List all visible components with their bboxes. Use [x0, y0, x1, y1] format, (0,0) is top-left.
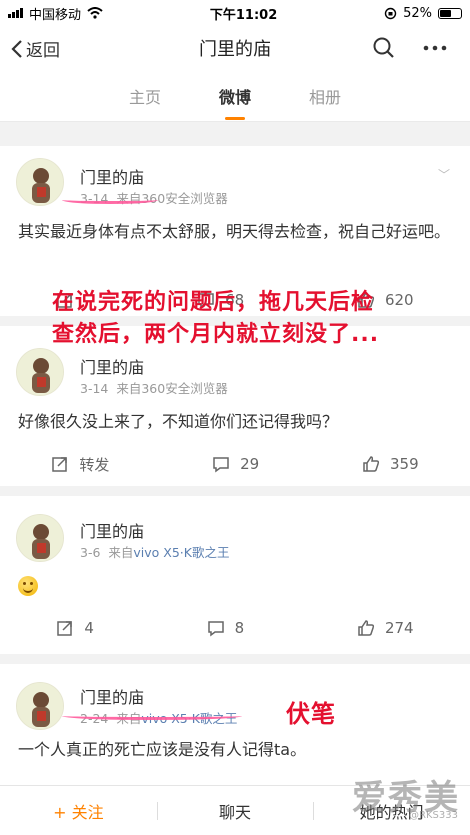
watermark-handle: @RKS333 [409, 810, 458, 821]
avatar[interactable] [16, 514, 64, 562]
post-actions: 转发 29 359 [0, 444, 470, 484]
post-actions: 4 8 274 [0, 608, 470, 648]
post-date: 3-6 [80, 545, 101, 560]
follow-button[interactable]: + 关注 [0, 799, 157, 823]
back-label: 返回 [26, 41, 60, 61]
clock: 下午11:02 [209, 7, 278, 23]
author-name[interactable]: 门里的庙 [80, 164, 144, 188]
page-title: 门里的庙 [199, 39, 271, 60]
carrier-label: 中国移动 [29, 7, 82, 23]
comment-icon [207, 621, 224, 637]
annotation-line-2: 查然后，两个月内就立刻没了... [52, 322, 380, 347]
repost-count: 4 [84, 619, 94, 637]
repost-button[interactable]: 4 [56, 619, 94, 637]
like-button[interactable]: 359 [362, 455, 419, 473]
battery-icon [438, 7, 462, 19]
thumbs-up-icon [358, 620, 375, 636]
signal-icon [8, 8, 23, 18]
post-card[interactable]: 门里的庙 3-14 来自360安全浏览器 好像很久没上来了，不知道你们还记得我吗… [0, 326, 470, 486]
thumbs-up-icon [363, 456, 380, 472]
back-button[interactable]: 返回 [10, 36, 60, 61]
avatar[interactable] [16, 682, 64, 730]
chevron-left-icon [11, 39, 22, 58]
chat-button[interactable]: 聊天 [156, 799, 314, 823]
orientation-lock-icon [384, 7, 397, 19]
author-name[interactable]: 门里的庙 [80, 354, 144, 378]
tab-weibo[interactable]: 微博 [219, 80, 251, 112]
smile-emoji-icon [18, 576, 38, 596]
source-prefix: 来自 [108, 545, 134, 560]
author-name[interactable]: 门里的庙 [80, 518, 144, 542]
tab-home[interactable]: 主页 [129, 80, 161, 112]
search-button[interactable] [372, 36, 396, 64]
avatar[interactable] [16, 158, 64, 206]
post-source: 360安全浏览器 [141, 381, 228, 396]
author-name[interactable]: 门里的庙 [80, 684, 144, 708]
highlight-underline [62, 712, 242, 720]
repost-button[interactable]: 转发 [51, 454, 109, 475]
repost-label: 转发 [79, 455, 110, 474]
repost-icon [57, 621, 73, 636]
post-date: 3-14 [80, 381, 109, 396]
post-text: 其实最近身体有点不太舒服，明天得去检查，祝自己好运吧。 [18, 222, 451, 241]
more-icon [423, 45, 447, 51]
more-button[interactable] [422, 36, 448, 65]
tab-album[interactable]: 相册 [309, 80, 341, 112]
source-prefix: 来自 [116, 381, 142, 396]
status-bar: 中国移动 下午11:02 52% [0, 0, 470, 26]
like-button[interactable]: 274 [357, 619, 414, 637]
wifi-icon [87, 7, 103, 19]
like-count: 359 [389, 455, 419, 473]
nav-bar: 返回 门里的庙 [0, 26, 470, 70]
post-meta: 3-6 来自vivo X5·K歌之王 [80, 542, 229, 561]
chevron-down-icon[interactable]: ﹀ [438, 166, 450, 183]
avatar[interactable] [16, 348, 64, 396]
battery-percent: 52% [403, 5, 432, 21]
post-source-link[interactable]: vivo X5·K歌之王 [133, 545, 229, 560]
repost-icon [52, 457, 68, 472]
comment-button[interactable]: 29 [212, 455, 259, 473]
post-text: 一个人真正的死亡应该是没有人记得ta。 [18, 740, 307, 759]
comment-count: 8 [234, 619, 245, 637]
post-meta: 3-14 来自360安全浏览器 [80, 378, 228, 397]
comment-icon [213, 457, 229, 473]
like-count: 620 [384, 291, 414, 309]
search-icon [373, 37, 394, 58]
post-card[interactable]: 门里的庙 3-6 来自vivo X5·K歌之王 4 8 274 [0, 496, 470, 654]
annotation-foreshadow: 伏笔 [286, 700, 336, 728]
highlight-underline [62, 196, 158, 204]
post-card[interactable]: 门里的庙 2-24 来自vivo X5·K歌之王 一个人真正的死亡应该是没有人记… [0, 664, 470, 785]
annotation-line-1: 在说完死的问题后，拖几天后检 [52, 290, 375, 315]
profile-tabs: 主页 微博 相册 [0, 70, 470, 122]
like-count: 274 [384, 619, 414, 637]
comment-button[interactable]: 8 [207, 619, 245, 637]
post-text: 好像很久没上来了，不知道你们还记得我吗？ [18, 412, 339, 431]
comment-count: 29 [240, 455, 260, 473]
